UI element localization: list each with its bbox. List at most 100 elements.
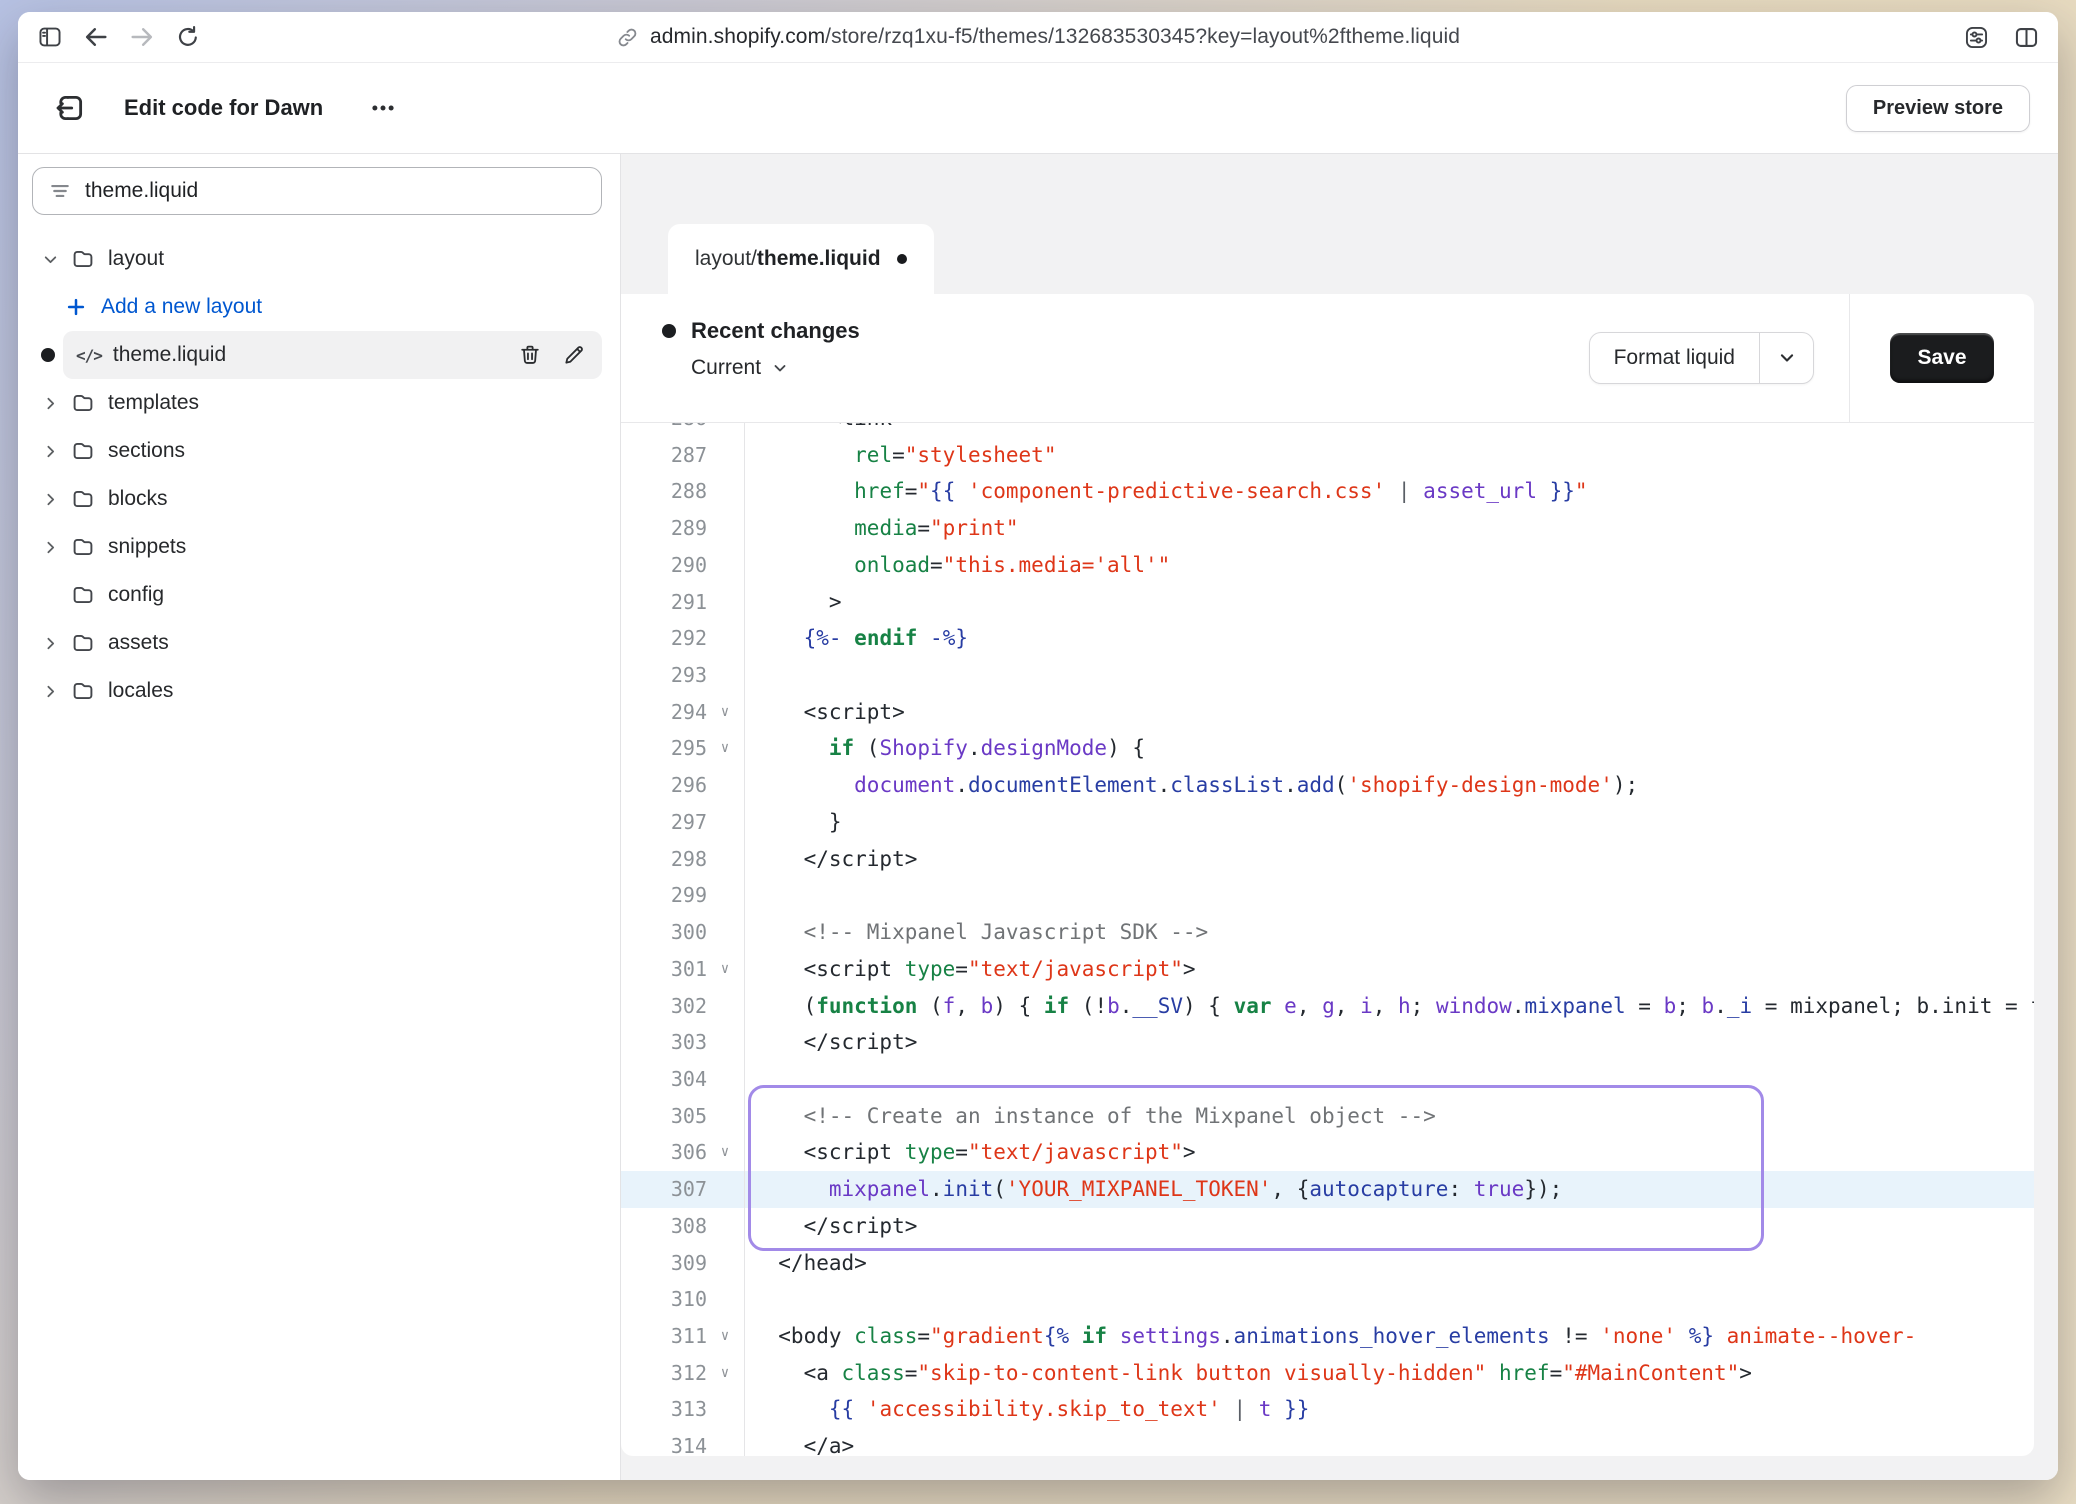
code-line-305[interactable]: 305 <!-- Create an instance of the Mixpa… <box>621 1098 2034 1135</box>
code-line-313[interactable]: 313 {{ 'accessibility.skip_to_text' | t … <box>621 1391 2034 1428</box>
line-number[interactable]: 312 <box>621 1355 707 1392</box>
line-number[interactable]: 295 <box>621 730 707 767</box>
tree-folder-templates[interactable]: templates <box>32 379 602 427</box>
fold-chevron-icon[interactable]: ∨ <box>707 951 743 988</box>
preview-store-button[interactable]: Preview store <box>1846 85 2030 132</box>
add-new-layout-link[interactable]: Add a new layout <box>32 283 602 331</box>
code-line-292[interactable]: 292 {%- endif -%} <box>621 620 2034 657</box>
reload-icon[interactable] <box>170 19 206 55</box>
chevron-right-icon[interactable] <box>38 635 62 652</box>
tree-file-theme-liquid[interactable]: </> theme.liquid <box>32 331 602 379</box>
code-line-308[interactable]: 308 </script> <box>621 1208 2034 1245</box>
tree-folder-config[interactable]: config <box>32 571 602 619</box>
line-number[interactable]: 290 <box>621 547 707 584</box>
line-number[interactable]: 304 <box>621 1061 707 1098</box>
code-line-298[interactable]: 298 </script> <box>621 841 2034 878</box>
code-line-306[interactable]: 306∨ <script type="text/javascript"> <box>621 1134 2034 1171</box>
line-number[interactable]: 310 <box>621 1281 707 1318</box>
line-number[interactable]: 286 <box>621 423 707 437</box>
line-number[interactable]: 306 <box>621 1134 707 1171</box>
line-number[interactable]: 294 <box>621 694 707 731</box>
chevron-right-icon[interactable] <box>38 395 62 412</box>
line-number[interactable]: 309 <box>621 1245 707 1282</box>
tree-folder-assets[interactable]: assets <box>32 619 602 667</box>
code-line-287[interactable]: 287 rel="stylesheet" <box>621 437 2034 474</box>
chevron-right-icon[interactable] <box>38 443 62 460</box>
line-number[interactable]: 299 <box>621 877 707 914</box>
code-line-291[interactable]: 291 > <box>621 584 2034 621</box>
fold-chevron-icon[interactable]: ∨ <box>707 730 743 767</box>
more-actions-icon[interactable] <box>365 90 401 126</box>
code-line-307[interactable]: 307 mixpanel.init('YOUR_MIXPANEL_TOKEN',… <box>621 1171 2034 1208</box>
format-options-chevron[interactable] <box>1759 333 1813 383</box>
back-icon[interactable] <box>78 19 114 55</box>
tab-layout-theme-liquid[interactable]: layout/theme.liquid <box>668 224 934 294</box>
version-dropdown[interactable]: Current <box>691 356 1589 380</box>
code-line-309[interactable]: 309 </head> <box>621 1245 2034 1282</box>
code-line-295[interactable]: 295∨ if (Shopify.designMode) { <box>621 730 2034 767</box>
line-number[interactable]: 296 <box>621 767 707 804</box>
format-liquid-button[interactable]: Format liquid <box>1590 333 1759 383</box>
tree-folder-snippets[interactable]: snippets <box>32 523 602 571</box>
split-view-icon[interactable] <box>2008 19 2044 55</box>
line-number[interactable]: 307 <box>621 1171 707 1208</box>
chevron-down-icon[interactable] <box>38 251 62 268</box>
line-number[interactable]: 287 <box>621 437 707 474</box>
line-number[interactable]: 291 <box>621 584 707 621</box>
code-line-289[interactable]: 289 media="print" <box>621 510 2034 547</box>
save-button[interactable]: Save <box>1890 333 1994 383</box>
code-line-304[interactable]: 304 <box>621 1061 2034 1098</box>
code-line-303[interactable]: 303 </script> <box>621 1024 2034 1061</box>
line-number[interactable]: 302 <box>621 988 707 1025</box>
delete-file-icon[interactable] <box>518 343 542 367</box>
address-bar[interactable]: admin.shopify.com/store/rzq1xu-f5/themes… <box>616 25 1460 49</box>
fold-chevron-icon[interactable]: ∨ <box>707 1355 743 1392</box>
code-line-299[interactable]: 299 <box>621 877 2034 914</box>
selected-file-pill[interactable]: </> theme.liquid <box>63 331 602 379</box>
code-line-286[interactable]: 286 <link <box>621 423 2034 437</box>
line-number[interactable]: 289 <box>621 510 707 547</box>
line-number[interactable]: 311 <box>621 1318 707 1355</box>
code-line-300[interactable]: 300 <!-- Mixpanel Javascript SDK --> <box>621 914 2034 951</box>
code-line-312[interactable]: 312∨ <a class="skip-to-content-link butt… <box>621 1355 2034 1392</box>
page-settings-icon[interactable] <box>1958 19 1994 55</box>
search-input[interactable] <box>85 179 585 203</box>
exit-editor-icon[interactable] <box>52 90 88 126</box>
line-number[interactable]: 298 <box>621 841 707 878</box>
fold-chevron-icon[interactable]: ∨ <box>707 694 743 731</box>
code-line-314[interactable]: 314 </a> <box>621 1428 2034 1456</box>
line-number[interactable]: 303 <box>621 1024 707 1061</box>
line-number[interactable]: 300 <box>621 914 707 951</box>
tree-folder-layout[interactable]: layout <box>32 235 602 283</box>
sidebar-toggle-icon[interactable] <box>32 19 68 55</box>
chevron-right-icon[interactable] <box>38 539 62 556</box>
line-number[interactable]: 314 <box>621 1428 707 1456</box>
file-search-box[interactable] <box>32 167 602 215</box>
line-number[interactable]: 297 <box>621 804 707 841</box>
code-line-301[interactable]: 301∨ <script type="text/javascript"> <box>621 951 2034 988</box>
code-line-288[interactable]: 288 href="{{ 'component-predictive-searc… <box>621 473 2034 510</box>
line-number[interactable]: 305 <box>621 1098 707 1135</box>
code-line-296[interactable]: 296 document.documentElement.classList.a… <box>621 767 2034 804</box>
tree-folder-sections[interactable]: sections <box>32 427 602 475</box>
tree-folder-blocks[interactable]: blocks <box>32 475 602 523</box>
line-number[interactable]: 288 <box>621 473 707 510</box>
rename-file-icon[interactable] <box>562 343 586 367</box>
code-line-290[interactable]: 290 onload="this.media='all'" <box>621 547 2034 584</box>
code-line-293[interactable]: 293 <box>621 657 2034 694</box>
line-number[interactable]: 308 <box>621 1208 707 1245</box>
fold-chevron-icon[interactable]: ∨ <box>707 1134 743 1171</box>
chevron-right-icon[interactable] <box>38 683 62 700</box>
chevron-right-icon[interactable] <box>38 491 62 508</box>
code-line-311[interactable]: 311∨ <body class="gradient{% if settings… <box>621 1318 2034 1355</box>
code-line-302[interactable]: 302 (function (f, b) { if (!b.__SV) { va… <box>621 988 2034 1025</box>
tree-folder-locales[interactable]: locales <box>32 667 602 715</box>
line-number[interactable]: 292 <box>621 620 707 657</box>
fold-chevron-icon[interactable]: ∨ <box>707 1318 743 1355</box>
line-number[interactable]: 293 <box>621 657 707 694</box>
code-line-294[interactable]: 294∨ <script> <box>621 694 2034 731</box>
line-number[interactable]: 313 <box>621 1391 707 1428</box>
code-line-310[interactable]: 310 <box>621 1281 2034 1318</box>
line-number[interactable]: 301 <box>621 951 707 988</box>
code-editor[interactable]: 286 <link287 rel="stylesheet"288 href="{… <box>621 423 2034 1456</box>
